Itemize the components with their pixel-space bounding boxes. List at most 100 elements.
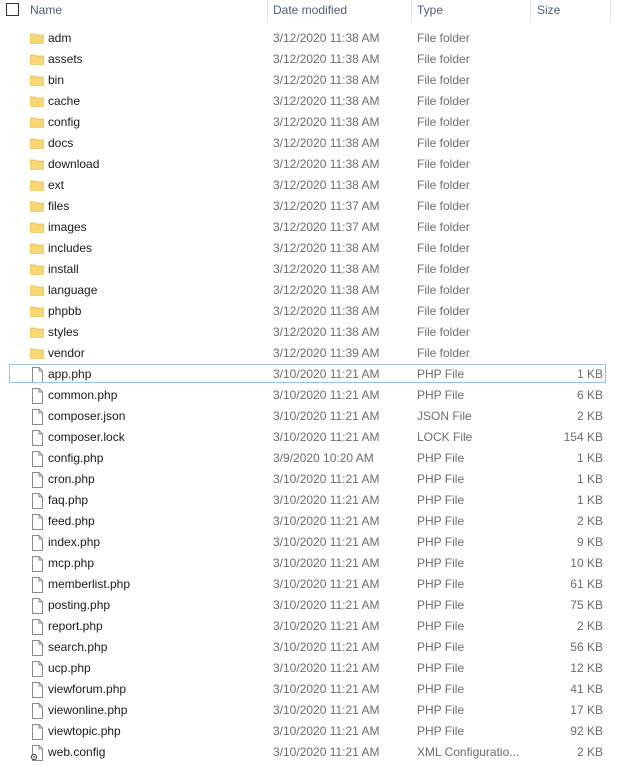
file-type: File folder — [417, 136, 470, 150]
file-row[interactable]: viewonline.php 3/10/2020 11:21 AM PHP File… — [0, 700, 629, 721]
file-type: PHP File — [417, 724, 465, 738]
file-row[interactable]: config.php 3/9/2020 10:20 AM PHP File 1 KB — [0, 448, 629, 469]
folder-row[interactable]: config 3/12/2020 11:38 AM File folder — [0, 112, 629, 133]
file-row[interactable]: common.php 3/10/2020 11:21 AM PHP File 6 KB — [0, 385, 629, 406]
file-date-modified: 3/10/2020 11:21 AM — [273, 472, 380, 486]
file-row[interactable]: web.config 3/10/2020 11:21 AM XML Configur… — [0, 742, 629, 763]
file-date-modified: 3/12/2020 11:37 AM — [273, 199, 380, 213]
file-name: images — [48, 220, 87, 234]
folder-row[interactable]: images 3/12/2020 11:37 AM File folder — [0, 217, 629, 238]
file-type: PHP File — [417, 619, 465, 633]
file-date-modified: 3/10/2020 11:21 AM — [273, 409, 380, 423]
file-size: 1 KB — [576, 493, 603, 507]
file-row[interactable]: search.php 3/10/2020 11:21 AM PHP File 56 K… — [0, 637, 629, 658]
folder-row[interactable]: install 3/12/2020 11:38 AM File folder — [0, 259, 629, 280]
file-row[interactable]: app.php 3/10/2020 11:21 AM PHP File 1 KB — [0, 364, 629, 385]
file-name: search.php — [48, 640, 108, 654]
file-row[interactable]: composer.json 3/10/2020 11:21 AM JSON File… — [0, 406, 629, 427]
file-date-modified: 3/10/2020 11:21 AM — [273, 745, 380, 759]
file-row[interactable]: report.php 3/10/2020 11:21 AM PHP File 2 KB — [0, 616, 629, 637]
file-date-modified: 3/12/2020 11:38 AM — [273, 52, 380, 66]
file-size — [530, 133, 603, 154]
file-name: composer.json — [48, 409, 126, 423]
file-name: composer.lock — [48, 430, 125, 444]
file-row[interactable]: viewforum.php 3/10/2020 11:21 AM PHP File 4… — [0, 679, 629, 700]
file-type: File folder — [417, 199, 470, 213]
column-header-type[interactable]: Type — [412, 0, 531, 22]
file-name: docs — [48, 136, 74, 150]
folder-icon — [30, 325, 44, 339]
file-type: File folder — [417, 157, 470, 171]
file-name: report.php — [48, 619, 103, 633]
file-size — [530, 322, 603, 343]
file-size — [530, 49, 603, 70]
file-date-modified: 3/12/2020 11:38 AM — [273, 94, 380, 108]
file-row[interactable]: composer.lock 3/10/2020 11:21 AM LOCK File… — [0, 427, 629, 448]
file-date-modified: 3/10/2020 11:21 AM — [273, 682, 380, 696]
folder-row[interactable]: cache 3/12/2020 11:38 AM File folder — [0, 91, 629, 112]
file-icon — [30, 472, 44, 488]
file-size: 61 KB — [570, 577, 603, 591]
file-date-modified: 3/10/2020 11:21 AM — [273, 661, 380, 675]
file-row[interactable]: mcp.php 3/10/2020 11:21 AM PHP File 10 KB — [0, 553, 629, 574]
file-size — [530, 154, 603, 175]
file-row[interactable]: memberlist.php 3/10/2020 11:21 AM PHP File… — [0, 574, 629, 595]
folder-row[interactable]: assets 3/12/2020 11:38 AM File folder — [0, 49, 629, 70]
folder-icon — [30, 52, 44, 66]
file-name: memberlist.php — [48, 577, 131, 591]
file-type: File folder — [417, 115, 470, 129]
folder-row[interactable]: language 3/12/2020 11:38 AM File folder — [0, 280, 629, 301]
file-icon — [30, 682, 44, 698]
file-size: 2 KB — [576, 745, 603, 759]
file-date-modified: 3/10/2020 11:21 AM — [273, 535, 380, 549]
folder-row[interactable]: files 3/12/2020 11:37 AM File folder — [0, 196, 629, 217]
folder-icon — [30, 262, 44, 276]
file-date-modified: 3/12/2020 11:38 AM — [273, 136, 380, 150]
folder-row[interactable]: download 3/12/2020 11:38 AM File folder — [0, 154, 629, 175]
file-row[interactable]: faq.php 3/10/2020 11:21 AM PHP File 1 KB — [0, 490, 629, 511]
file-type: LOCK File — [417, 430, 473, 444]
file-icon — [30, 388, 44, 404]
folder-row[interactable]: includes 3/12/2020 11:38 AM File folder — [0, 238, 629, 259]
file-name: app.php — [48, 367, 92, 381]
folder-row[interactable]: docs 3/12/2020 11:38 AM File folder — [0, 133, 629, 154]
folder-row[interactable]: ext 3/12/2020 11:38 AM File folder — [0, 175, 629, 196]
folder-row[interactable]: phpbb 3/12/2020 11:38 AM File folder — [0, 301, 629, 322]
file-size: 12 KB — [570, 661, 603, 675]
folder-row[interactable]: styles 3/12/2020 11:38 AM File folder — [0, 322, 629, 343]
file-date-modified: 3/10/2020 11:21 AM — [273, 367, 380, 381]
file-row[interactable]: feed.php 3/10/2020 11:21 AM PHP File 2 KB — [0, 511, 629, 532]
file-row[interactable]: cron.php 3/10/2020 11:21 AM PHP File 1 KB — [0, 469, 629, 490]
file-name: ext — [48, 178, 65, 192]
folder-icon — [30, 136, 44, 150]
file-row[interactable]: posting.php 3/10/2020 11:21 AM PHP File 75 … — [0, 595, 629, 616]
file-date-modified: 3/12/2020 11:38 AM — [273, 283, 380, 297]
file-type: File folder — [417, 283, 470, 297]
file-type: File folder — [417, 346, 470, 360]
file-date-modified: 3/12/2020 11:38 AM — [273, 31, 380, 45]
select-all-checkbox[interactable] — [6, 3, 19, 16]
file-size — [530, 70, 603, 91]
file-row[interactable]: ucp.php 3/10/2020 11:21 AM PHP File 12 KB — [0, 658, 629, 679]
file-date-modified: 3/12/2020 11:38 AM — [273, 325, 380, 339]
file-name: download — [48, 157, 100, 171]
file-name: language — [48, 283, 98, 297]
file-type: PHP File — [417, 703, 465, 717]
folder-row[interactable]: vendor 3/12/2020 11:39 AM File folder — [0, 343, 629, 364]
column-header-date-modified[interactable]: Date modified — [268, 0, 412, 22]
file-icon — [30, 367, 44, 383]
file-size: 154 KB — [563, 430, 603, 444]
column-header: Name Date modified Type Size — [0, 0, 629, 24]
file-size: 56 KB — [570, 640, 603, 654]
file-name: bin — [48, 73, 65, 87]
file-row[interactable]: viewtopic.php 3/10/2020 11:21 AM PHP File 9… — [0, 721, 629, 742]
column-header-size[interactable]: Size — [531, 0, 611, 22]
file-type: File folder — [417, 94, 470, 108]
file-row[interactable]: index.php 3/10/2020 11:21 AM PHP File 9 KB — [0, 532, 629, 553]
folder-row[interactable]: bin 3/12/2020 11:38 AM File folder — [0, 70, 629, 91]
file-icon — [30, 430, 44, 446]
file-list: adm 3/12/2020 11:38 AM File folder assets 3/… — [0, 28, 629, 763]
column-header-name[interactable]: Name — [24, 0, 268, 22]
file-name: common.php — [48, 388, 118, 402]
folder-row[interactable]: adm 3/12/2020 11:38 AM File folder — [0, 28, 629, 49]
